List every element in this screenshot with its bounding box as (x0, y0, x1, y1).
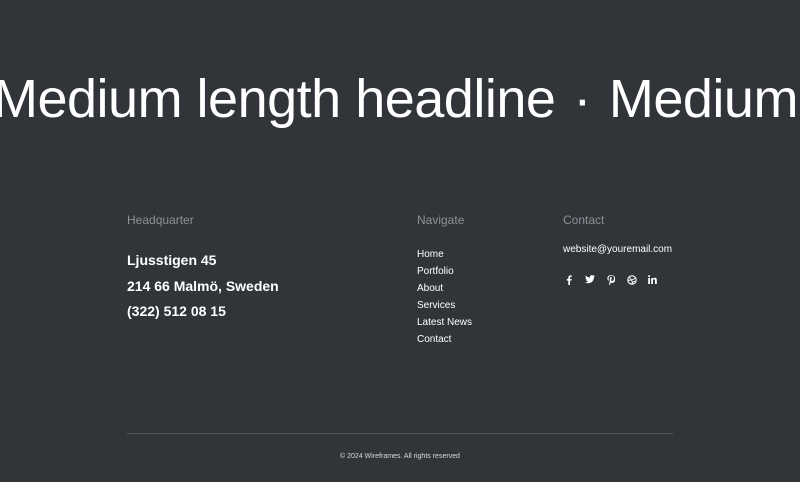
nav-link-portfolio[interactable]: Portfolio (417, 263, 472, 280)
social-links (563, 273, 658, 286)
facebook-icon[interactable] (563, 273, 574, 286)
twitter-icon[interactable] (584, 273, 595, 286)
headquarter-title: Headquarter (127, 213, 194, 227)
contact-email-link[interactable]: website@youremail.com (563, 244, 672, 255)
copyright-text: © 2024 Wireframes. All rights reserved (340, 453, 460, 460)
nav-link-latest-news[interactable]: Latest News (417, 314, 472, 331)
address-phone: (322) 512 08 15 (127, 303, 226, 319)
contact-title: Contact (563, 213, 605, 227)
address-street: Ljusstigen 45 (127, 252, 217, 268)
nav-link-contact[interactable]: Contact (417, 331, 472, 348)
headquarter-address: Ljusstigen 45 214 66 Malmö, Sweden (322)… (127, 248, 279, 325)
footer-divider (127, 433, 673, 434)
navigate-title: Navigate (417, 213, 465, 227)
nav-link-home[interactable]: Home (417, 246, 472, 263)
nav-link-about[interactable]: About (417, 280, 472, 297)
nav-link-services[interactable]: Services (417, 297, 472, 314)
address-city: 214 66 Malmö, Sweden (127, 277, 279, 294)
pinterest-icon[interactable] (605, 273, 616, 286)
footer-section: Medium length headline · Medium le Headqua… (0, 0, 800, 482)
headline-text-repeat: Medium le (608, 69, 800, 129)
headline-separator: · (573, 69, 591, 129)
dribbble-icon[interactable] (626, 273, 637, 286)
headline-text: Medium length headline (0, 69, 556, 129)
headline-marquee: Medium length headline · Medium le (0, 66, 800, 132)
navigate-list: Home Portfolio About Services Latest New… (417, 246, 472, 348)
linkedin-icon[interactable] (647, 273, 658, 286)
